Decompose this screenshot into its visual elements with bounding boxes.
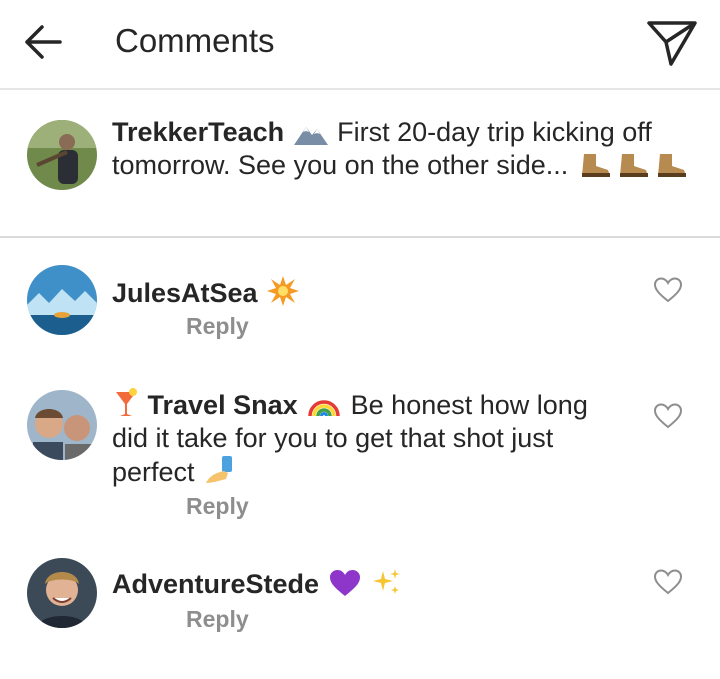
comment-text: Travel Snax Be honest how long did it ta… — [112, 388, 612, 489]
avatar[interactable] — [27, 558, 97, 628]
comment-line-2: did it take for you to get that shot jus… — [112, 423, 554, 453]
post-caption: TrekkerTeach First 20-day trip kicking o… — [0, 92, 720, 238]
tropical-drink-icon — [116, 388, 137, 416]
avatar[interactable] — [27, 265, 97, 335]
comment-text: JulesAtSea — [112, 276, 301, 310]
reply-button[interactable]: Reply — [186, 606, 249, 633]
mountain-icon — [293, 127, 328, 145]
rainbow-icon — [308, 400, 340, 417]
caption-line-1: First 20-day trip kicking off — [337, 117, 652, 147]
boot-icon — [581, 154, 610, 177]
comment-username[interactable]: JulesAtSea — [112, 278, 258, 308]
arrow-left-icon[interactable] — [24, 24, 62, 60]
heart-outline-icon[interactable] — [654, 277, 682, 303]
avatar[interactable] — [27, 120, 97, 190]
avatar[interactable] — [27, 390, 97, 460]
sparkles-icon — [373, 569, 401, 594]
comment-line-1: Be honest how long — [350, 390, 588, 420]
heart-outline-icon[interactable] — [654, 569, 682, 595]
boot-icon — [619, 154, 648, 177]
comments-header: Comments — [0, 0, 720, 90]
heart-outline-icon[interactable] — [654, 403, 682, 429]
caption-text: TrekkerTeach First 20-day trip kicking o… — [112, 116, 692, 182]
comment-line-3: perfect — [112, 457, 195, 487]
selfie-icon — [206, 456, 233, 483]
caption-line-2: tomorrow. See you on the other side... — [112, 150, 569, 180]
caption-username[interactable]: TrekkerTeach — [112, 117, 284, 147]
boot-icon — [657, 154, 686, 177]
comment-username[interactable]: Travel Snax — [148, 390, 298, 420]
comment-text: AdventureStede — [112, 567, 404, 601]
paper-plane-icon[interactable] — [646, 18, 698, 68]
collision-icon — [267, 276, 300, 306]
reply-button[interactable]: Reply — [186, 313, 249, 340]
purple-heart-icon — [329, 570, 360, 596]
comment-username[interactable]: AdventureStede — [112, 569, 319, 599]
page-title: Comments — [115, 22, 275, 59]
reply-button[interactable]: Reply — [186, 493, 249, 520]
